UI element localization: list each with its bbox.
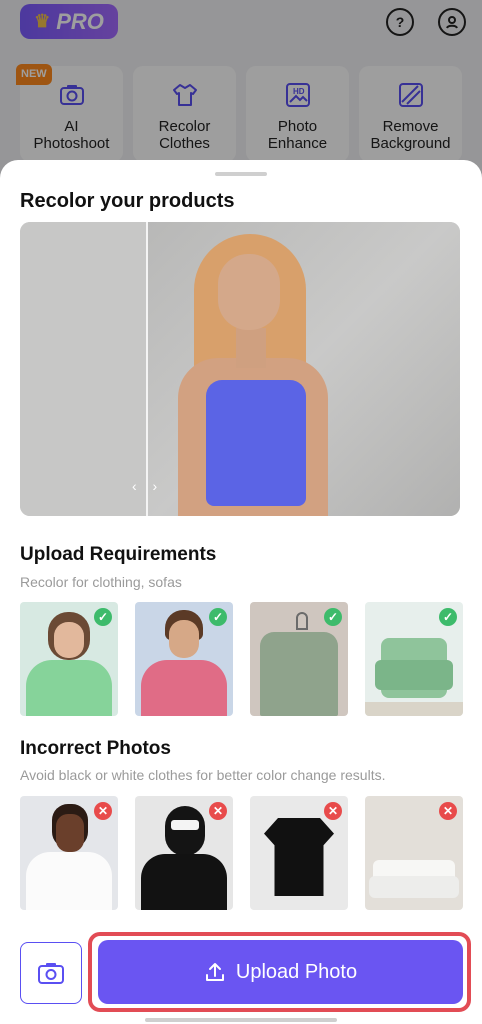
upload-label: Upload Photo [235, 960, 358, 983]
green-hoodie [26, 660, 112, 716]
example-pink-sweater: ✓ [135, 602, 233, 716]
check-icon: ✓ [94, 608, 112, 626]
face-shape [54, 622, 84, 658]
blue-tank-top [206, 380, 306, 506]
incorrect-photos-subtitle: Avoid black or white clothes for better … [20, 767, 386, 783]
sheet-handle[interactable] [215, 172, 267, 176]
sofa-seat [369, 876, 459, 898]
compare-slider-line[interactable] [146, 222, 148, 516]
camera-icon [38, 963, 64, 984]
before-area [20, 222, 147, 516]
cross-icon: ✕ [94, 802, 112, 820]
sheet-title: Recolor your products [20, 190, 235, 212]
cross-icon: ✕ [209, 802, 227, 820]
home-indicator [145, 1018, 337, 1022]
example-black-tshirt: ✕ [250, 796, 348, 910]
incorrect-examples: ✕ ✕ ✕ ✕ [20, 796, 464, 910]
model-image [160, 230, 360, 516]
cross-icon: ✕ [324, 802, 342, 820]
before-after-preview[interactable]: ‹ › [20, 222, 460, 516]
check-icon: ✓ [324, 608, 342, 626]
neck-shape [236, 328, 266, 368]
hijab-shape [165, 806, 205, 856]
black-tshirt [264, 818, 334, 896]
face-shape [169, 620, 199, 658]
check-icon: ✓ [209, 608, 227, 626]
camera-button[interactable] [20, 942, 82, 1004]
sunglasses-shape [171, 820, 199, 830]
upload-requirements-subtitle: Recolor for clothing, sofas [20, 574, 182, 590]
incorrect-photos-title: Incorrect Photos [20, 738, 171, 759]
example-green-shirt: ✓ [250, 602, 348, 716]
black-outfit [141, 854, 227, 910]
upload-requirements-title: Upload Requirements [20, 544, 217, 565]
cross-icon: ✕ [439, 802, 457, 820]
example-black-outfit: ✕ [135, 796, 233, 910]
face-shape [56, 814, 84, 852]
correct-examples: ✓ ✓ ✓ ✓ [20, 602, 464, 716]
green-shirt [260, 632, 338, 716]
example-green-armchair: ✓ [365, 602, 463, 716]
bottom-sheet: Recolor your products ‹ › Upload Require… [0, 160, 482, 1024]
face-shape [218, 254, 280, 330]
hanger-hook [296, 612, 308, 630]
floor [365, 702, 463, 716]
check-icon: ✓ [439, 608, 457, 626]
example-green-hoodie: ✓ [20, 602, 118, 716]
white-tshirt [26, 852, 112, 910]
example-white-sofa: ✕ [365, 796, 463, 910]
bottom-action-bar: Upload Photo [0, 930, 482, 1024]
armchair-seat [375, 660, 453, 690]
upload-icon [205, 963, 224, 981]
example-white-tshirt: ✕ [20, 796, 118, 910]
upload-photo-button[interactable]: Upload Photo [98, 940, 463, 1004]
pink-sweater [141, 660, 227, 716]
slider-arrows-icon[interactable]: ‹ › [132, 478, 163, 494]
